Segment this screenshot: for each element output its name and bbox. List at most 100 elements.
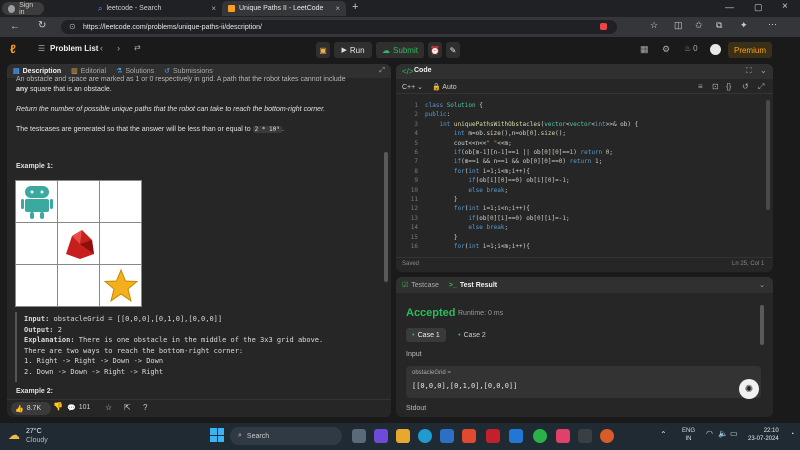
volume-icon[interactable]: 🔈: [718, 429, 728, 438]
auto-toggle[interactable]: 🔒 Auto: [432, 83, 457, 91]
favorite-button[interactable]: ☆: [105, 403, 112, 412]
next-problem-icon[interactable]: ›: [117, 43, 120, 53]
like-count: 8.7K: [26, 405, 42, 412]
notifications-icon[interactable]: ◔: [790, 431, 794, 438]
wifi-icon[interactable]: ◠: [706, 429, 713, 438]
url-field[interactable]: ⊙ https://leetcode.com/problems/unique-p…: [61, 20, 617, 34]
tab-testcase[interactable]: ☑ Testcase: [402, 281, 439, 290]
code-editor[interactable]: class Solution { public: int uniquePaths…: [425, 101, 638, 252]
app-store-icon[interactable]: [440, 429, 454, 443]
language-indicator[interactable]: ENG IN: [682, 427, 695, 443]
weather-icon[interactable]: ☁: [8, 428, 20, 442]
favorite-star-icon[interactable]: ☆: [650, 20, 658, 31]
app-taskview-icon[interactable]: [352, 429, 366, 443]
app-teams-icon[interactable]: [374, 429, 388, 443]
timer-button[interactable]: ⏰: [428, 42, 442, 58]
address-bar: ← ↻ ⊙ https://leetcode.com/problems/uniq…: [0, 17, 800, 37]
split-screen-icon[interactable]: ◫: [674, 20, 683, 31]
like-button[interactable]: 👍 8.7K: [11, 402, 51, 415]
streak-counter[interactable]: ♨ 0: [684, 44, 698, 53]
case1-tab[interactable]: • Case 1: [406, 328, 446, 342]
problem-list-link[interactable]: Problem List: [50, 44, 98, 53]
close-icon[interactable]: ×: [211, 4, 216, 13]
lang-secondary: IN: [685, 436, 692, 442]
streak-count: 0: [693, 44, 698, 53]
testcase-period: .: [281, 126, 284, 133]
panel-menu-icon[interactable]: ⌄: [760, 66, 767, 75]
app-whatsapp-icon[interactable]: [533, 429, 547, 443]
fullscreen-icon[interactable]: ⛶: [746, 66, 752, 76]
app-file-explorer-icon[interactable]: [396, 429, 410, 443]
share-button[interactable]: ⇱: [124, 403, 131, 412]
help-button[interactable]: ?: [143, 403, 147, 412]
battery-icon[interactable]: ▭: [730, 429, 738, 438]
description-actions: 👍 8.7K 👎 💬 101 ☆ ⇱ ?: [7, 399, 391, 417]
tab-solutions[interactable]: ⚗ Solutions: [116, 67, 154, 76]
tab-description[interactable]: ▤ Description: [13, 67, 61, 76]
statement-partial: An obstacle and space are marked as 1 or…: [16, 76, 346, 83]
app-edge-icon[interactable]: [418, 429, 432, 443]
app-brave-icon[interactable]: [600, 429, 614, 443]
taskbar-search[interactable]: ⌕ Search: [230, 427, 342, 445]
tab-leetcode-search[interactable]: ⌕ leetcode - Search ×: [92, 1, 222, 16]
expand-icon[interactable]: ⌄: [759, 281, 765, 289]
description-scrollbar[interactable]: [384, 152, 388, 282]
app-office-icon[interactable]: [462, 429, 476, 443]
app-arc-icon[interactable]: [556, 429, 570, 443]
layout-icon[interactable]: ▦: [640, 44, 649, 55]
document-icon: ▤: [13, 68, 20, 75]
param-label: obstacleGrid =: [412, 370, 451, 376]
submit-button[interactable]: ☁ Submit: [376, 42, 424, 58]
leetcode-logo-icon[interactable]: ℓ: [10, 42, 22, 56]
tab-submissions[interactable]: ↺ Submissions: [164, 67, 213, 76]
favorites-icon[interactable]: ✩: [695, 20, 703, 31]
shuffle-icon[interactable]: ⇄: [134, 43, 141, 52]
grid-cell: [58, 181, 99, 222]
minimize-button[interactable]: —: [725, 2, 734, 12]
braces-icon[interactable]: {}: [726, 82, 731, 91]
app-mcafee-icon[interactable]: [486, 429, 500, 443]
maximize-button[interactable]: ▢: [754, 2, 763, 13]
new-tab-button[interactable]: +: [352, 1, 358, 13]
tab-editorial[interactable]: ▥ Editorial: [71, 67, 106, 76]
window-close-button[interactable]: ×: [782, 1, 788, 12]
tab-unique-paths[interactable]: Unique Paths II - LeetCode ×: [222, 1, 346, 16]
run-button[interactable]: ▶ Run: [334, 42, 372, 58]
expand-code-icon[interactable]: ⤢: [758, 82, 764, 92]
start-windows-icon[interactable]: [210, 428, 224, 442]
premium-button[interactable]: Premium: [728, 42, 772, 58]
format-icon[interactable]: ≡: [698, 82, 703, 91]
debug-button[interactable]: ▣: [316, 42, 330, 58]
ai-assistant-button[interactable]: ✺: [739, 379, 759, 399]
notes-button[interactable]: ✎: [446, 42, 460, 58]
url-text: https://leetcode.com/problems/unique-pat…: [83, 23, 262, 31]
robot-icon: [20, 185, 53, 219]
case2-tab[interactable]: • Case 2: [452, 328, 492, 342]
extensions-icon[interactable]: ✦: [740, 20, 748, 31]
back-arrow-icon[interactable]: ←: [10, 21, 20, 32]
input-box: obstacleGrid = [[0,0,0],[0,1,0],[0,0,0]]: [406, 366, 761, 398]
app-vscode-icon[interactable]: [509, 429, 523, 443]
settings-gear-icon[interactable]: ⚙: [662, 44, 670, 55]
more-icon[interactable]: ⋯: [768, 19, 777, 30]
user-avatar[interactable]: [710, 44, 721, 55]
grid-cell: [100, 223, 141, 264]
expand-icon[interactable]: ⤢: [379, 67, 385, 75]
tray-chevron-icon[interactable]: ⌃: [660, 430, 667, 439]
tab-test-result[interactable]: >_ Test Result: [449, 282, 497, 289]
reset-icon[interactable]: ↺: [742, 82, 749, 91]
bookmark-icon[interactable]: ⊡: [712, 82, 719, 91]
app-terminal-icon[interactable]: [578, 429, 592, 443]
clock[interactable]: 22:10 23-07-2024: [748, 427, 779, 443]
code-scrollbar[interactable]: [766, 100, 770, 210]
language-select[interactable]: C++ ⌄: [402, 83, 423, 91]
notification-badge-icon[interactable]: [600, 23, 607, 30]
dislike-button[interactable]: 👎: [53, 402, 63, 411]
collections-icon[interactable]: ⧉: [716, 20, 722, 31]
close-icon[interactable]: ×: [335, 4, 340, 13]
comments-button[interactable]: 💬 101: [67, 404, 90, 412]
result-scrollbar[interactable]: [760, 305, 764, 345]
profile-signin-button[interactable]: Sign in: [2, 2, 44, 16]
prev-problem-icon[interactable]: ‹: [100, 43, 103, 53]
refresh-icon[interactable]: ↻: [38, 20, 46, 31]
